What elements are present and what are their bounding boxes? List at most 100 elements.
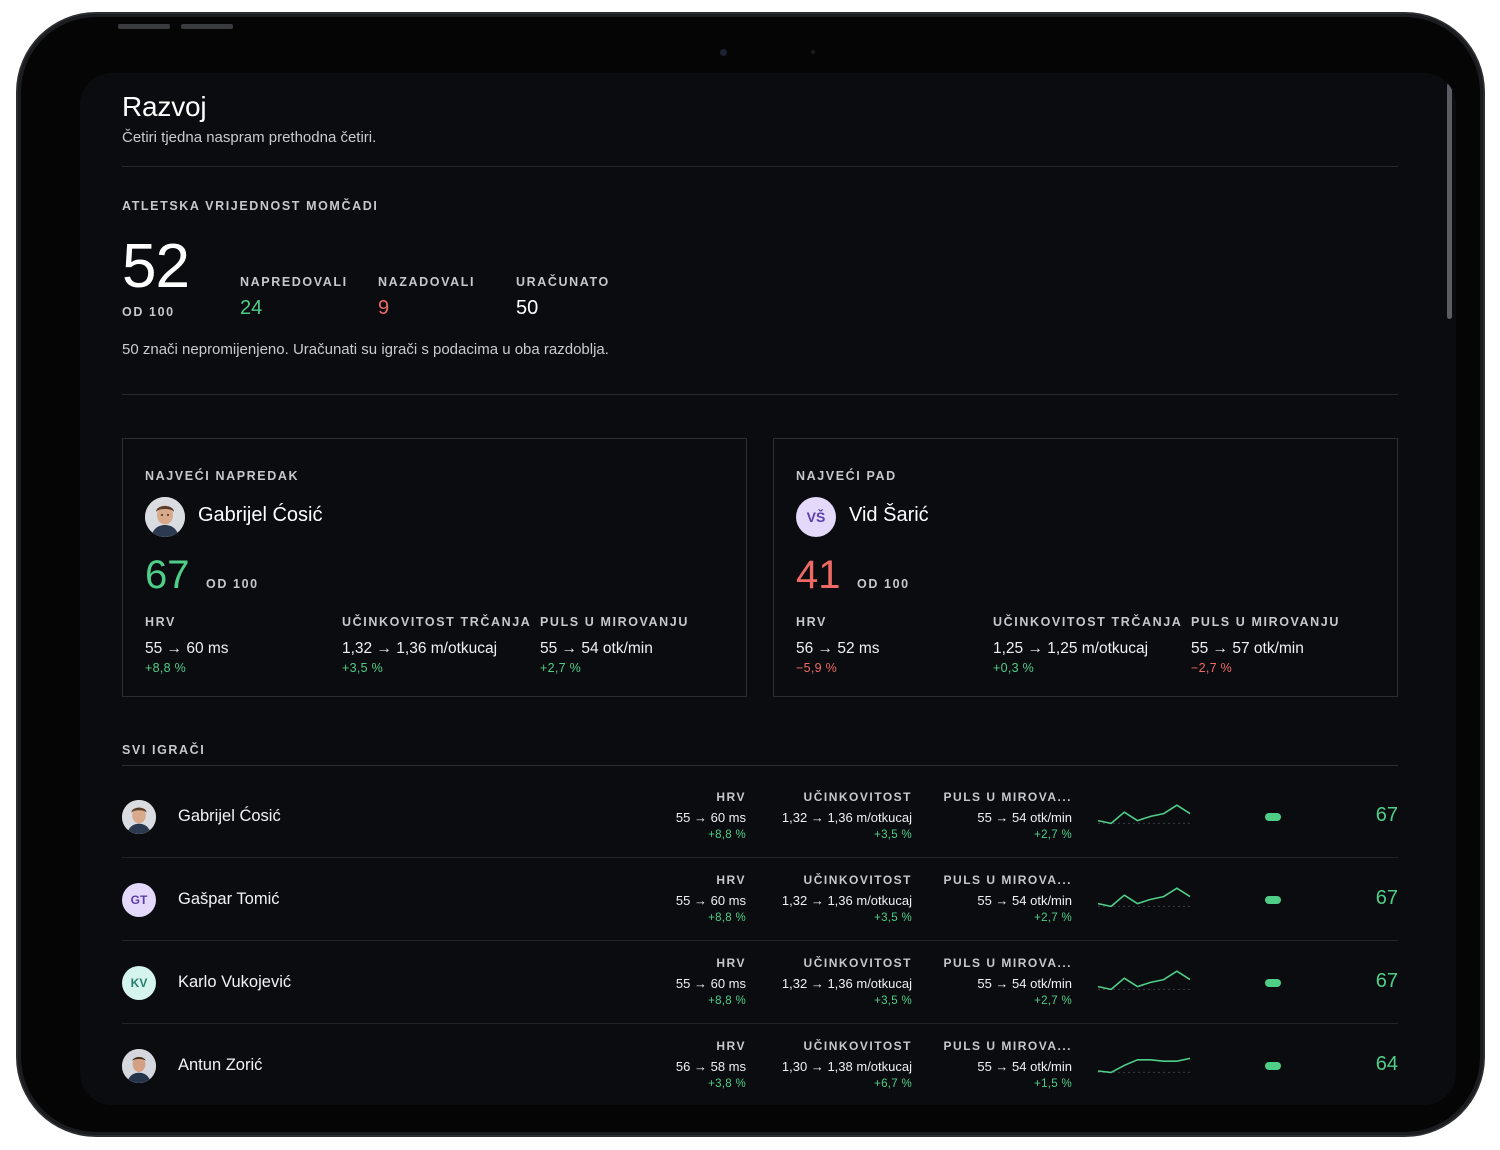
pulse-metric: PULS U MIROVA... 55 → 54 otk/min +2,7 % — [944, 873, 1072, 924]
player-photo — [122, 1049, 156, 1083]
hrv-metric: HRV 55 → 60 ms +8,8 % — [676, 790, 746, 841]
team-score: 52 — [122, 232, 190, 301]
metric-delta: +2,7 % — [1034, 995, 1072, 1007]
biggest-progress-card[interactable]: NAJVEĆI NAPREDAK Gabrijel Ćosić 67 OD 10… — [122, 438, 747, 697]
player-score: 67 — [1375, 887, 1398, 909]
hrv-metric: HRV 55 → 60 ms +8,8 % — [676, 956, 746, 1007]
player-avatar-initials: KV — [122, 966, 156, 1000]
team-score-scale: OD 100 — [122, 305, 175, 319]
hrv-metric: HRV 56 → 52 ms −5,9 % — [796, 615, 880, 675]
hrv-metric: HRV 55 → 60 ms +8,8 % — [676, 873, 746, 924]
metric-label: HRV — [716, 873, 746, 887]
player-avatar — [122, 1049, 156, 1083]
player-avatar-initials: GT — [122, 883, 156, 917]
biggest-decline-card[interactable]: NAJVEĆI PAD VŠ Vid Šarić 41 OD 100 HRV 5… — [773, 438, 1398, 697]
efficiency-metric: UČINKOVITOST 1,32 → 1,36 m/otkucaj +3,5 … — [782, 790, 912, 841]
metric-value: 1,32 → 1,36 m/otkucaj — [781, 893, 912, 908]
sparkline-line — [1097, 887, 1191, 908]
sparkline-line — [1097, 1057, 1191, 1074]
improved-stat: NAPREDOVALI 24 — [240, 275, 348, 320]
pulse-metric: PULS U MIROVA... 55 → 54 otk/min +1,5 % — [944, 1039, 1072, 1090]
player-row[interactable]: KV Karlo Vukojević HRV 55 → 60 ms +8,8 %… — [122, 941, 1398, 1024]
player-score: 67 — [1375, 970, 1398, 992]
metric-label: HRV — [716, 1039, 746, 1053]
player-name: Vid Šarić — [849, 504, 929, 526]
efficiency-metric: UČINKOVITOST 1,30 → 1,38 m/otkucaj +6,7 … — [782, 1039, 912, 1090]
metric-value: 55 → 54 otk/min — [977, 976, 1072, 991]
player-row[interactable]: GT Gašpar Tomić HRV 55 → 60 ms +8,8 % UČ… — [122, 858, 1398, 941]
metric-delta: +2,7 % — [540, 661, 582, 675]
player-score: 67 — [1375, 804, 1398, 826]
counted-value: 50 — [516, 297, 539, 319]
metric-value: 1,30 → 1,38 m/otkucaj — [781, 1059, 912, 1074]
metric-label: HRV — [716, 790, 746, 804]
pulse-metric: PULS U MIROVA... 55 → 54 otk/min +2,7 % — [944, 790, 1072, 841]
metric-label: PULS U MIROVA... — [943, 873, 1072, 887]
team-note: 50 znači nepromijenjeno. Uračunati su ig… — [122, 341, 609, 358]
metric-delta: +3,5 % — [874, 829, 912, 841]
hrv-metric: HRV 56 → 58 ms +3,8 % — [676, 1039, 746, 1090]
app-screen: Razvoj Četiri tjedna naspram prethodna č… — [80, 73, 1456, 1105]
divider — [122, 166, 1398, 167]
metric-delta: +2,7 % — [1034, 829, 1072, 841]
counted-label: URAČUNATO — [516, 275, 610, 289]
metric-label: HRV — [145, 615, 176, 629]
front-camera — [720, 49, 727, 56]
metric-label: PULS U MIROVANJU — [540, 615, 689, 629]
metric-delta: +8,8 % — [708, 995, 746, 1007]
status-indicator — [1265, 813, 1281, 821]
metric-delta: +2,7 % — [1034, 912, 1072, 924]
metric-label: UČINKOVITOST — [803, 956, 912, 970]
declined-value: 9 — [378, 297, 390, 319]
running-efficiency-metric: UČINKOVITOST TRČANJA 1,32 → 1,36 m/otkuc… — [342, 615, 531, 675]
efficiency-metric: UČINKOVITOST 1,32 → 1,36 m/otkucaj +3,5 … — [782, 956, 912, 1007]
player-name: Gabrijel Ćosić — [178, 807, 281, 825]
metric-label: UČINKOVITOST TRČANJA — [342, 615, 532, 629]
metric-delta: +3,8 % — [708, 1078, 746, 1090]
score-scale: OD 100 — [206, 577, 259, 591]
player-score: 41 — [796, 553, 841, 597]
metric-value: 1,32 → 1,36 m/otkucaj — [781, 976, 912, 991]
metric-value: 55 → 54 otk/min — [540, 640, 653, 657]
metric-label: UČINKOVITOST TRČANJA — [993, 615, 1183, 629]
player-row[interactable]: Gabrijel Ćosić HRV 55 → 60 ms +8,8 % UČI… — [122, 775, 1398, 858]
metric-value: 55 → 57 otk/min — [1191, 640, 1304, 657]
sparkline-line — [1097, 970, 1191, 991]
status-indicator — [1265, 896, 1281, 904]
all-players-label: SVI IGRAČI — [122, 743, 206, 757]
metric-label: PULS U MIROVANJU — [1191, 615, 1340, 629]
metric-delta: −5,9 % — [796, 661, 838, 675]
team-value-label: ATLETSKA VRIJEDNOST MOMČADI — [122, 199, 379, 213]
metric-value: 56 → 58 ms — [675, 1059, 746, 1074]
player-score: 67 — [145, 553, 190, 597]
declined-stat: NAZADOVALI 9 — [378, 275, 475, 320]
metric-delta: −2,7 % — [1191, 661, 1233, 675]
metric-delta: +8,8 % — [145, 661, 187, 675]
metric-value: 55 → 54 otk/min — [977, 893, 1072, 908]
metric-value: 1,32 → 1,36 m/otkucaj — [781, 810, 912, 825]
player-avatar-initials: VŠ — [796, 497, 836, 537]
metric-value: 56 → 52 ms — [796, 640, 880, 657]
declined-label: NAZADOVALI — [378, 275, 476, 289]
resting-pulse-metric: PULS U MIROVANJU 55 → 57 otk/min −2,7 % — [1191, 615, 1340, 675]
metric-delta: +0,3 % — [993, 661, 1035, 675]
player-name: Gašpar Tomić — [178, 890, 280, 908]
metric-label: UČINKOVITOST — [803, 873, 912, 887]
metric-label: HRV — [716, 956, 746, 970]
metric-delta: +3,5 % — [874, 995, 912, 1007]
player-row[interactable]: Antun Zorić HRV 56 → 58 ms +3,8 % UČINKO… — [122, 1024, 1398, 1105]
trend-sparkline — [1097, 1057, 1191, 1074]
card-label: NAJVEĆI PAD — [796, 469, 897, 483]
efficiency-metric: UČINKOVITOST 1,32 → 1,36 m/otkucaj +3,5 … — [782, 873, 912, 924]
metric-delta: +8,8 % — [708, 912, 746, 924]
player-score: 64 — [1375, 1053, 1398, 1075]
card-label: NAJVEĆI NAPREDAK — [145, 469, 300, 483]
volume-button — [181, 24, 233, 29]
improved-value: 24 — [240, 297, 263, 319]
tablet-frame: Razvoj Četiri tjedna naspram prethodna č… — [18, 14, 1483, 1135]
scrollbar[interactable] — [1447, 83, 1452, 319]
trend-sparkline — [1097, 970, 1191, 991]
metric-label: PULS U MIROVA... — [943, 1039, 1072, 1053]
metric-delta: +3,5 % — [342, 661, 384, 675]
metric-value: 55 → 54 otk/min — [977, 1059, 1072, 1074]
